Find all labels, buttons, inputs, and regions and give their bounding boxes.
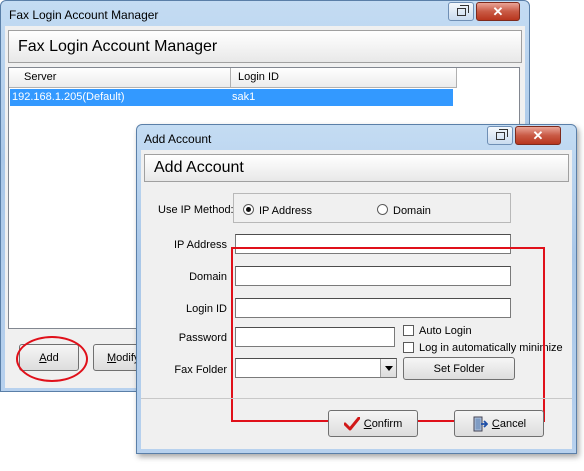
dialog-restore-button[interactable] bbox=[487, 126, 513, 145]
table-row[interactable]: 192.168.1.205(Default) sak1 bbox=[10, 89, 453, 106]
add-button[interactable]: Add bbox=[19, 344, 79, 371]
radio-domain[interactable] bbox=[377, 204, 388, 215]
dialog-title: Add Account bbox=[144, 132, 212, 146]
password-label: Password bbox=[178, 332, 227, 344]
cancel-button[interactable]: Cancel bbox=[454, 410, 544, 437]
auto-minimize-checkbox[interactable] bbox=[403, 342, 414, 353]
restore-icon bbox=[456, 4, 469, 16]
dialog-client-area: Add Account Use IP Method: IP Address Do… bbox=[141, 150, 572, 449]
login-id-label: Login ID bbox=[186, 303, 227, 315]
confirm-button-label: Confirm bbox=[363, 417, 403, 430]
divider bbox=[141, 398, 572, 399]
set-folder-button[interactable]: Set Folder bbox=[403, 357, 515, 380]
page-header: Fax Login Account Manager bbox=[8, 30, 522, 63]
close-icon: ✕ bbox=[492, 3, 504, 19]
auto-login-checkbox[interactable] bbox=[403, 325, 414, 336]
column-header-server[interactable]: Server bbox=[9, 68, 231, 88]
dropdown-arrow-icon[interactable] bbox=[380, 359, 396, 377]
fax-folder-label: Fax Folder bbox=[174, 364, 227, 376]
add-account-dialog: Add Account ✕ Add Account Use IP Method:… bbox=[136, 124, 577, 454]
close-icon: ✕ bbox=[532, 127, 544, 143]
add-button-label: Add bbox=[39, 351, 59, 364]
confirm-button[interactable]: Confirm bbox=[328, 410, 418, 437]
restore-icon bbox=[495, 128, 508, 140]
window-title: Fax Login Account Manager bbox=[9, 8, 159, 22]
domain-input[interactable] bbox=[235, 266, 511, 286]
checkmark-icon bbox=[343, 416, 360, 430]
password-input[interactable] bbox=[235, 327, 395, 347]
fax-folder-select[interactable] bbox=[235, 358, 397, 378]
exit-door-icon bbox=[473, 416, 488, 431]
radio-ip-address[interactable] bbox=[243, 204, 254, 215]
dialog-header: Add Account bbox=[144, 154, 569, 182]
auto-minimize-label[interactable]: Log in automatically minimize bbox=[419, 342, 563, 354]
modify-button-label: Modify bbox=[107, 351, 140, 364]
domain-label: Domain bbox=[189, 271, 227, 283]
cell-server: 192.168.1.205(Default) bbox=[12, 91, 125, 103]
set-folder-button-label: Set Folder bbox=[433, 362, 485, 375]
close-button[interactable]: ✕ bbox=[476, 2, 520, 21]
radio-domain-label[interactable]: Domain bbox=[393, 205, 431, 217]
ip-address-label: IP Address bbox=[174, 239, 227, 251]
column-header-login-id[interactable]: Login ID bbox=[231, 68, 457, 88]
auto-login-label[interactable]: Auto Login bbox=[419, 325, 472, 337]
ip-method-label: Use IP Method: bbox=[158, 204, 234, 216]
ip-address-input[interactable] bbox=[235, 234, 511, 254]
dialog-close-button[interactable]: ✕ bbox=[515, 126, 561, 145]
login-id-input[interactable] bbox=[235, 298, 511, 318]
radio-ip-address-label[interactable]: IP Address bbox=[259, 205, 312, 217]
cell-login-id: sak1 bbox=[232, 91, 256, 103]
cancel-button-label: Cancel bbox=[491, 417, 527, 430]
restore-button[interactable] bbox=[448, 2, 474, 21]
